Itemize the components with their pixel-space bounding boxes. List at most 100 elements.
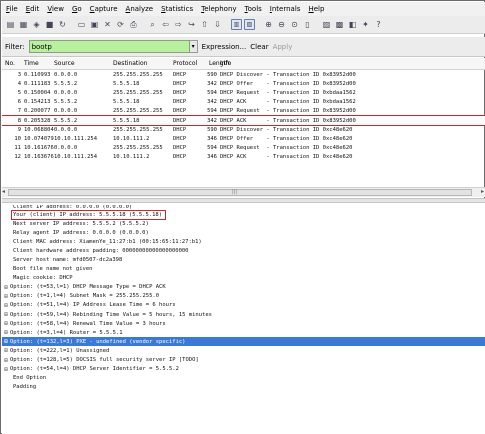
detail-text: Option: (t=3,l=4) Router = 5.5.5.1 <box>10 329 123 336</box>
zoom-out-icon[interactable]: ⊖ <box>276 19 287 30</box>
menu-item-statistics[interactable]: Statistics <box>161 5 193 13</box>
capture-options-icon[interactable]: ▦ <box>18 19 29 30</box>
menu-item-internals[interactable]: Internals <box>270 5 301 13</box>
expand-icon[interactable]: ⊞ <box>2 366 10 373</box>
go-back-icon[interactable]: ⇦ <box>160 19 171 30</box>
column-header-destination[interactable]: Destination <box>113 60 173 67</box>
detail-tree-row[interactable]: Your (client) IP address: 5.5.5.18 (5.5.… <box>2 209 485 220</box>
coloring-rules-icon[interactable]: ◧ <box>347 19 358 30</box>
detail-tree-row[interactable]: Server host name: mfd0507-dc2a398 <box>2 255 485 264</box>
menu-item-analyze[interactable]: Analyze <box>126 5 154 13</box>
expand-icon[interactable]: ⊞ <box>2 329 10 336</box>
expression-button[interactable]: Expression... <box>202 43 247 51</box>
open-file-icon[interactable]: ▭ <box>76 19 87 30</box>
start-capture-icon[interactable]: ◈ <box>31 19 42 30</box>
restart-capture-icon[interactable]: ↻ <box>57 19 68 30</box>
menu-item-edit[interactable]: Edit <box>26 5 40 13</box>
save-file-icon[interactable]: ▣ <box>89 19 100 30</box>
scroll-left-icon[interactable]: ◂ <box>2 188 5 195</box>
resize-columns-icon[interactable]: ▯ <box>302 19 313 30</box>
colorize-icon[interactable]: ▥ <box>231 19 242 30</box>
packet-row[interactable]: 10 10.074079 10.10.111.254 10.10.111.2 DHCP 3… <box>2 134 485 143</box>
menu-item-go[interactable]: Go <box>72 5 82 13</box>
menu-item-telephony[interactable]: Telephony <box>201 5 236 13</box>
packet-row[interactable]: 11 10.161676 0.0.0.0 255.255.255.255 DHCP 594… <box>2 144 485 153</box>
detail-tree-row[interactable]: ⊞ Option: (t=222,l=1) Unassigned <box>2 346 485 355</box>
detail-tree-row[interactable]: Magic cookie: DHCP <box>2 274 485 283</box>
packet-row[interactable]: 12 10.163676 10.10.111.254 10.10.111.2 DHCP 3… <box>2 153 485 162</box>
zoom-in-icon[interactable]: ⊕ <box>263 19 274 30</box>
help-icon[interactable]: ? <box>373 19 384 30</box>
close-file-icon[interactable]: ✕ <box>102 19 113 30</box>
detail-tree-row[interactable]: Relay agent IP address: 0.0.0.0 (0.0.0.0… <box>2 228 485 237</box>
preferences-icon[interactable]: ✦ <box>360 19 371 30</box>
packet-row[interactable]: 5 0.150004 0.0.0.0 255.255.255.255 DHCP 594 DH… <box>2 88 485 97</box>
display-filter-input[interactable]: bootp <box>28 40 190 53</box>
column-header-length[interactable]: Length <box>206 60 230 67</box>
detail-tree-row[interactable]: Next server IP address: 5.5.5.2 (5.5.5.2… <box>2 219 485 228</box>
detail-tree-row[interactable]: End Option <box>2 374 485 383</box>
toolbar-separator <box>257 19 261 30</box>
expand-icon[interactable]: ⊞ <box>2 347 10 354</box>
expand-icon[interactable]: ⊞ <box>2 302 10 309</box>
normal-size-icon[interactable]: ⊙ <box>289 19 300 30</box>
detail-tree-row[interactable]: ⊞ Option: (t=58,l=4) Renewal Time Value =… <box>2 319 485 328</box>
column-header-time[interactable]: Time <box>24 60 54 67</box>
packet-destination: 255.255.255.255 <box>113 145 163 152</box>
menu-item-view[interactable]: View <box>47 5 64 13</box>
detail-tree-row[interactable]: ⊞ Option: (t=59,l=4) Rebinding Time Value… <box>2 310 485 319</box>
packet-row[interactable]: 8 0.205328 5.5.5.2 5.5.5.18 DHCP 342 DHCP ACK … <box>2 114 485 127</box>
detail-tree-row[interactable]: Boot file name not given <box>2 265 485 274</box>
detail-tree-row[interactable]: ⊞ Option: (t=132,l=3) PXE - undefined (ve… <box>2 337 485 347</box>
detail-tree-row[interactable]: ⊞ Option: (t=1,l=4) Subnet Mask = 255.255… <box>2 292 485 301</box>
menu-item-tools[interactable]: Tools <box>245 5 262 13</box>
detail-tree-row[interactable]: ⊞ Option: (t=51,l=4) IP Address Lease Tim… <box>2 301 485 310</box>
packet-length: 346 <box>207 154 217 161</box>
column-header-protocol[interactable]: Protocol <box>173 60 206 67</box>
packet-row[interactable]: 9 10.068804 0.0.0.0 255.255.255.255 DHCP 590 D… <box>2 125 485 134</box>
detail-tree-row[interactable]: Padding <box>2 383 485 392</box>
scroll-right-icon[interactable]: ▸ <box>481 188 484 195</box>
stop-capture-icon[interactable]: ■ <box>44 19 55 30</box>
apply-button[interactable]: Apply <box>273 43 293 51</box>
column-header-source[interactable]: Source <box>54 60 113 67</box>
detail-tree-row[interactable]: ⊞ Option: (t=3,l=4) Router = 5.5.5.1 <box>2 328 485 337</box>
expand-icon[interactable]: ⊞ <box>2 293 10 300</box>
menu-item-help[interactable]: Help <box>308 5 324 13</box>
expand-icon[interactable]: ⊞ <box>2 284 10 291</box>
detail-tree-row[interactable]: ⊞ Option: (t=54,l=4) DHCP Server Identifi… <box>2 365 485 374</box>
packet-source: 5.5.5.2 <box>54 80 78 87</box>
display-filters-icon[interactable]: ▩ <box>334 19 345 30</box>
column-header-no[interactable]: No. <box>2 60 24 67</box>
filter-history-dropdown[interactable]: ▾ <box>189 40 198 53</box>
detail-tree-row[interactable]: ⊞ Option: (t=128,l=5) DOCSIS full securit… <box>2 356 485 365</box>
print-icon[interactable]: ⎙ <box>128 19 139 30</box>
go-forward-icon[interactable]: ⇨ <box>173 19 184 30</box>
interface-list-icon[interactable]: ▤ <box>5 19 16 30</box>
detail-tree-row[interactable]: Client hardware address padding: 0000000… <box>2 246 485 255</box>
expand-icon[interactable]: ⊞ <box>2 311 10 318</box>
column-header-info[interactable]: Info <box>220 60 485 67</box>
go-to-packet-icon[interactable]: ↪ <box>186 19 197 30</box>
capture-filters-icon[interactable]: ▨ <box>321 19 332 30</box>
clear-button[interactable]: Clear <box>250 43 268 51</box>
find-packet-icon[interactable]: ⌕ <box>147 19 158 30</box>
go-last-icon[interactable]: ⇩ <box>212 19 223 30</box>
packet-row[interactable]: 4 0.111183 5.5.5.2 5.5.5.18 DHCP 342 DHCP Offe… <box>2 79 485 88</box>
auto-scroll-icon[interactable]: ▧ <box>244 19 255 30</box>
packet-row[interactable]: 7 0.200077 0.0.0.0 255.255.255.255 DHCP 594 DH… <box>2 107 485 116</box>
expand-icon[interactable]: ⊞ <box>2 338 10 345</box>
menu-item-capture[interactable]: Capture <box>90 5 118 13</box>
packet-row[interactable]: 3 0.110993 0.0.0.0 255.255.255.255 DHCP 590 DH… <box>2 70 485 79</box>
expand-icon[interactable]: ⊞ <box>2 357 10 364</box>
detail-tree-row[interactable]: Client MAC address: XiamenYe_11:27:b1 (0… <box>2 237 485 246</box>
scrollbar-thumb[interactable] <box>8 189 472 196</box>
detail-tree-row[interactable]: ⊞ Option: (t=53,l=1) DHCP Message Type = … <box>2 283 485 292</box>
packet-row[interactable]: 6 0.154213 5.5.5.2 5.5.5.18 DHCP 342 DHCP ACK … <box>2 98 485 107</box>
packet-list-scrollbar[interactable]: ◂ ||| ▸ <box>2 187 485 197</box>
reload-icon[interactable]: ⟳ <box>115 19 126 30</box>
menu-item-file[interactable]: File <box>6 5 18 13</box>
go-first-icon[interactable]: ⇧ <box>199 19 210 30</box>
expand-icon[interactable]: ⊞ <box>2 320 10 327</box>
detail-text: Client MAC address: XiamenYe_11:27:b1 (0… <box>13 238 202 245</box>
